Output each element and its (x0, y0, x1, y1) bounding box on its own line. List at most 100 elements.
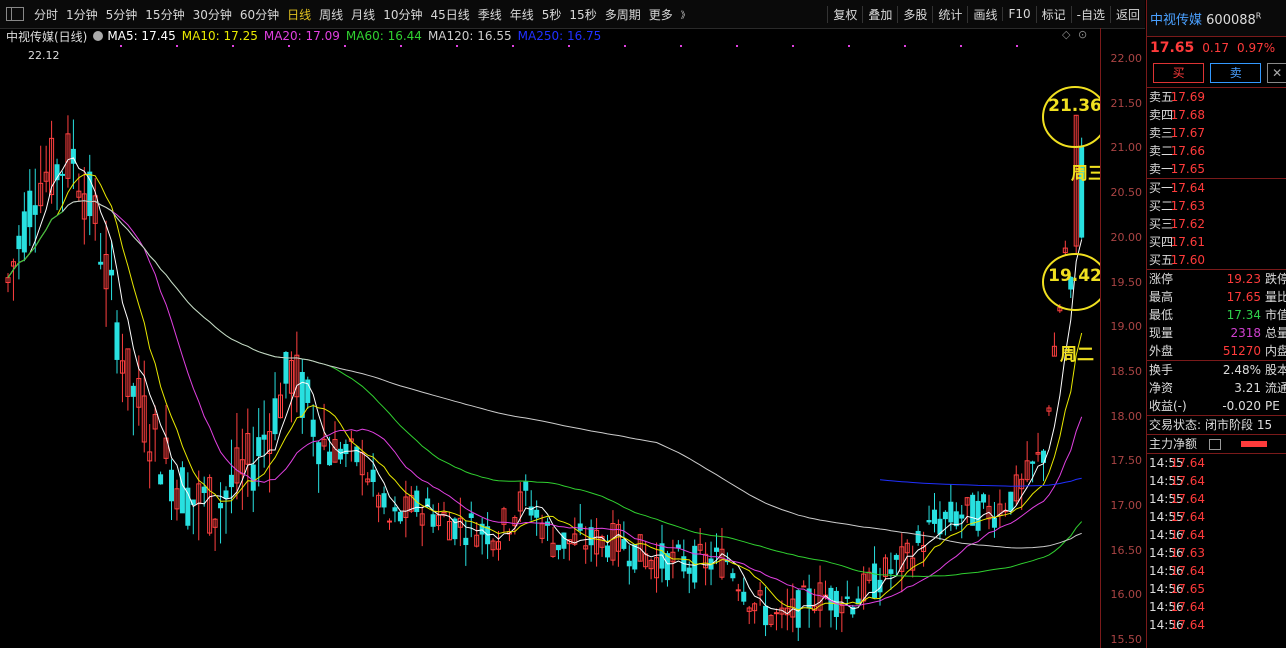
last-price: 17.65 (1150, 40, 1195, 56)
event-dot (568, 45, 570, 47)
tool-button[interactable]: 标记 (1035, 5, 1071, 23)
tick-row-value: 17.64 (1170, 492, 1205, 506)
period-tab[interactable]: 1分钟 (62, 6, 102, 23)
period-tab[interactable]: 60分钟 (236, 6, 283, 23)
bid-row-value: 17.61 (1170, 235, 1205, 249)
stat2-row-value: -0.020 (1222, 399, 1261, 413)
bid-row-label: 买二 (1149, 199, 1174, 213)
settings-dot-icon[interactable]: ⊙ (1078, 28, 1087, 41)
candle-down (975, 500, 981, 531)
candle-down (953, 511, 959, 527)
bid-row-label: 买一 (1149, 181, 1174, 195)
period-tab[interactable]: 10分钟 (379, 6, 426, 23)
price-tick: 16.00 (1110, 588, 1143, 602)
candle-up (801, 585, 807, 588)
tick-row-value: 17.64 (1170, 564, 1205, 578)
main-net-label: 主力净额 (1149, 437, 1198, 451)
circle2-note: 周二 (1060, 345, 1094, 365)
candle-down (261, 434, 267, 440)
candle-down (327, 451, 333, 466)
period-tab[interactable]: 45日线 (426, 6, 473, 23)
candle-up (773, 612, 779, 615)
buy-button[interactable]: 买 (1153, 63, 1205, 83)
candle-down (932, 509, 937, 524)
ma20-line (7, 200, 1083, 607)
ask-row-label: 卖二 (1149, 144, 1174, 158)
price-tick: 18.00 (1110, 409, 1143, 423)
ma250-line (879, 477, 1082, 487)
candle-down (948, 501, 954, 523)
tool-button[interactable]: 返回 (1109, 5, 1145, 23)
tick-row: 14:56 17.64 (1147, 616, 1286, 634)
candlestick-chart[interactable]: 22.12 21.36 周三 19.42 周二 (0, 44, 1100, 648)
stats2-list: 换手 2.48% 股本 净资 3.21 流通 收益(-) -0.020 PE (1147, 360, 1286, 415)
tool-button[interactable]: 多股 (897, 5, 932, 23)
period-tab[interactable]: 30分钟 (189, 6, 236, 23)
bid-row-value: 17.63 (1170, 199, 1205, 213)
layout-toggle-icon[interactable] (6, 7, 24, 21)
diamond-icon[interactable]: ◇ (1062, 28, 1070, 41)
stat2-row-label: 净资 (1149, 381, 1174, 395)
period-tab[interactable]: 更多 (645, 6, 677, 23)
candle-down (632, 544, 638, 570)
period-tab[interactable]: 周线 (315, 6, 347, 23)
period-tab[interactable]: 多周期 (601, 6, 645, 23)
candle-down (218, 502, 224, 509)
candle-down (430, 514, 436, 527)
tool-button[interactable]: 叠加 (862, 5, 897, 23)
candle-down (468, 513, 474, 519)
tick-row: 14:56 17.63 (1147, 544, 1286, 562)
candle-up (735, 589, 741, 592)
candle-down (16, 235, 22, 250)
period-tab[interactable]: 15分钟 (141, 6, 188, 23)
tool-button[interactable]: -自选 (1070, 5, 1110, 23)
period-tab[interactable]: 月线 (347, 6, 379, 23)
candle-down (970, 494, 976, 526)
period-tab[interactable]: 年线 (506, 6, 538, 23)
candle-down (893, 554, 899, 560)
stat-row-label: 涨停 (1149, 272, 1174, 286)
ask-row: 卖二 17.66 (1147, 142, 1286, 160)
stock-code: 600088 (1206, 12, 1256, 28)
period-tab[interactable]: 分时 (30, 6, 62, 23)
ma10-label: MA10: 17.25 (181, 29, 258, 43)
price-tick: 19.00 (1110, 320, 1143, 334)
list-icon[interactable] (1209, 439, 1221, 450)
tool-button[interactable]: 统计 (932, 5, 967, 23)
ma120-label: MA120: 16.55 (427, 29, 512, 43)
candle-down (98, 261, 104, 265)
period-tab[interactable]: 日线 (283, 6, 315, 23)
tool-button[interactable]: 画线 (967, 5, 1002, 23)
stat2-row-label: 换手 (1149, 363, 1174, 377)
candle-down (621, 538, 627, 549)
ask-row-value: 17.69 (1170, 90, 1205, 104)
stat-row-value: 17.65 (1226, 290, 1261, 304)
stat-row-value: 19.23 (1226, 272, 1261, 286)
period-tab[interactable]: 5秒 (538, 6, 566, 23)
tool-button[interactable]: F10 (1002, 7, 1035, 21)
ask-row: 卖四 17.68 (1147, 106, 1286, 124)
tool-button[interactable]: 复权 (827, 5, 862, 23)
price-tick: 17.00 (1110, 499, 1143, 512)
candle-down (272, 398, 278, 435)
candle-down (605, 545, 610, 558)
ma60-line (7, 200, 1083, 578)
more-arrow-icon[interactable]: 》 (677, 8, 694, 21)
chart-tools: 复权 叠加 多股 统计 画线 F10 标记 -自选 返回 (827, 0, 1145, 28)
period-tab[interactable]: 季线 (474, 6, 506, 23)
stat-row-extra: 内盘 (1265, 344, 1286, 358)
event-dot (960, 45, 962, 47)
candle-up (387, 520, 392, 523)
circle1-price: 21.36 (1048, 96, 1100, 116)
period-tab[interactable]: 15秒 (565, 6, 600, 23)
extra-button[interactable]: ✕ (1267, 63, 1286, 83)
settings-icon[interactable] (93, 31, 104, 41)
ma250-label: MA250: 16.75 (517, 29, 602, 43)
price-tick: 15.50 (1110, 633, 1143, 647)
period-tab[interactable]: 5分钟 (102, 6, 142, 23)
stat-row: 现量 2318 总量 (1147, 324, 1286, 342)
sell-button[interactable]: 卖 (1210, 63, 1262, 83)
stat-row: 外盘 51270 内盘 (1147, 342, 1286, 360)
stat-row: 最低 17.34 市值 (1147, 306, 1286, 324)
event-dot (344, 45, 346, 47)
